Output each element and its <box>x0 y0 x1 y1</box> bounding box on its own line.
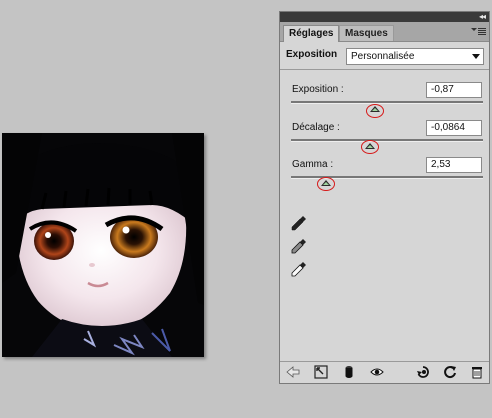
gray-point-eyedropper-icon[interactable] <box>291 238 307 254</box>
preset-selected-value: Personnalisée <box>351 51 415 62</box>
exposition-value-field[interactable]: -0,87 <box>426 82 482 98</box>
white-point-eyedropper-icon[interactable] <box>291 261 307 277</box>
double-chevron-right-icon[interactable]: ◂◂ <box>479 12 486 22</box>
visibility-eye-icon[interactable] <box>370 365 384 379</box>
panel-menu-icon[interactable] <box>471 26 486 36</box>
chevron-down-icon <box>472 54 480 59</box>
panel-titlebar: ◂◂ <box>280 12 489 22</box>
tab-reglages[interactable]: Réglages <box>283 25 340 42</box>
gamma-slider-thumb[interactable] <box>320 180 331 186</box>
doll-image <box>2 133 204 357</box>
adjustments-panel: ◂◂ Réglages Masques Exposition Personnal… <box>279 11 490 384</box>
preset-row: Exposition Personnalisée <box>280 42 489 70</box>
reset-icon[interactable] <box>443 365 457 379</box>
exposition-label: Exposition : <box>292 84 344 95</box>
back-arrow-icon[interactable] <box>286 365 300 379</box>
preset-label: Exposition <box>286 49 338 60</box>
panel-tabs: Réglages Masques <box>280 22 489 42</box>
decalage-slider-track[interactable] <box>291 139 483 142</box>
expand-view-icon[interactable] <box>314 365 328 379</box>
exposition-slider-track[interactable] <box>291 101 483 104</box>
gamma-value: 2,53 <box>431 159 451 170</box>
previous-state-icon[interactable] <box>416 365 430 379</box>
decalage-label: Décalage : <box>292 122 340 133</box>
exposition-slider-thumb[interactable] <box>370 106 381 112</box>
tab-masques[interactable]: Masques <box>339 25 394 41</box>
gamma-label: Gamma : <box>292 159 334 170</box>
panel-bottom-toolbar <box>280 361 489 383</box>
decalage-value-field[interactable]: -0,0864 <box>426 120 482 136</box>
trash-icon[interactable] <box>470 365 484 379</box>
photo-canvas <box>2 133 204 357</box>
clip-layer-icon[interactable] <box>342 365 356 379</box>
preset-dropdown[interactable]: Personnalisée <box>346 48 484 65</box>
decalage-slider-thumb[interactable] <box>364 143 375 149</box>
exposition-value: -0,87 <box>431 84 454 95</box>
decalage-value: -0,0864 <box>431 122 465 133</box>
black-point-eyedropper-icon[interactable] <box>291 215 307 231</box>
gamma-value-field[interactable]: 2,53 <box>426 157 482 173</box>
